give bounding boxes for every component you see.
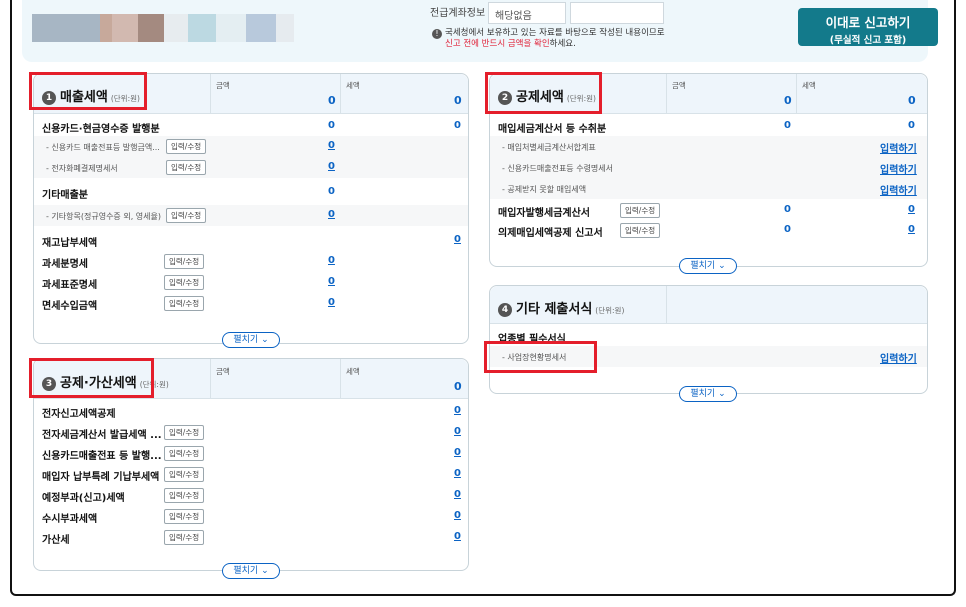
amount-link[interactable]: 0 — [328, 140, 335, 151]
table-row: 기타매출분 0 — [42, 186, 335, 201]
highlight-box — [485, 72, 602, 114]
thumbnail-strip — [276, 14, 294, 42]
chevron-down-icon: ⌄ — [261, 335, 269, 345]
table-row: 가산세 입력/수정 0 — [42, 530, 461, 546]
edit-button[interactable]: 입력/수정 — [166, 139, 207, 154]
tax-link[interactable]: 0 — [454, 405, 461, 416]
amount-link[interactable]: 0 — [328, 297, 335, 308]
thumbnail-strip — [246, 14, 276, 42]
input-link[interactable]: 입력하기 — [880, 350, 917, 365]
info-icon: ! — [432, 29, 442, 39]
tax-link[interactable]: 0 — [454, 489, 461, 500]
table-row: 매입세금계산서 등 수취분 0 0 — [498, 120, 915, 135]
amount-link[interactable]: 0 — [328, 255, 335, 266]
amount-link[interactable]: 0 — [328, 209, 335, 220]
input-link[interactable]: 입력하기 — [880, 140, 917, 155]
chevron-down-icon: ⌄ — [718, 389, 726, 399]
edit-button[interactable]: 입력/수정 — [164, 467, 205, 482]
col-amount-header: 금액 — [672, 81, 686, 90]
table-row: - 신용카드매출전표등 수령명세서 입력하기 — [490, 157, 927, 178]
edit-button[interactable]: 입력/수정 — [164, 425, 205, 440]
panel-title: 4 기타 제출서식 (단위:원) — [498, 298, 624, 317]
file-report-button[interactable]: 이대로 신고하기 (무실적 신고 포함) — [798, 8, 938, 46]
total-tax: 0 — [908, 94, 916, 107]
thumbnail-strip — [188, 14, 216, 42]
table-row: 신용카드매출전표 등 발행... 입력/수정 0 — [42, 446, 461, 462]
edit-button[interactable]: 입력/수정 — [164, 530, 205, 545]
panel-sales-tax: 1 매출세액 (단위:원) 금액 세액 0 0 신용카드·현금영수증 발행분 0 0… — [33, 73, 469, 344]
edit-button[interactable]: 입력/수정 — [166, 208, 207, 223]
edit-button[interactable]: 입력/수정 — [164, 296, 205, 311]
tax-link[interactable]: 0 — [454, 426, 461, 437]
total-amount: 0 — [328, 94, 336, 107]
table-row: 면세수입금액 입력/수정 0 — [42, 296, 335, 312]
total-tax: 0 — [454, 94, 462, 107]
table-row: 의제매입세액공제 신고서 입력/수정 0 0 — [498, 223, 915, 239]
refund-account-label: 전급계좌정보 — [430, 8, 486, 19]
total-amount: 0 — [784, 94, 792, 107]
table-row: 재고납부세액 0 — [42, 234, 461, 249]
table-row: - 기타항목(정규영수증 외, 영세율) 입력/수정 0 — [34, 205, 468, 226]
table-row: - 전자화폐결제명세서 입력/수정 0 — [34, 157, 468, 178]
thumbnail-strip — [32, 14, 100, 42]
refund-account-field-2[interactable] — [570, 2, 664, 24]
refund-account-field[interactable]: 해당없음 — [488, 2, 566, 24]
expand-button[interactable]: 펼치기 ⌄ — [222, 563, 280, 579]
tax-link[interactable]: 0 — [454, 531, 461, 542]
table-row: 매입자발행세금계산서 입력/수정 0 0 — [498, 203, 915, 219]
table-row: - 신용카드 매출전표등 발행금액... 입력/수정 0 — [34, 136, 468, 157]
edit-button[interactable]: 입력/수정 — [164, 275, 205, 290]
thumbnail-strip — [164, 14, 188, 42]
expand-button[interactable]: 펼치기 ⌄ — [222, 332, 280, 348]
input-link[interactable]: 입력하기 — [880, 182, 917, 197]
table-row: 전자세금계산서 발급세액 ... 입력/수정 0 — [42, 425, 461, 441]
highlight-box — [29, 358, 154, 398]
col-tax-header: 세액 — [802, 81, 816, 90]
panel-header: 4 기타 제출서식 (단위:원) — [490, 286, 927, 324]
highlight-box — [484, 341, 597, 373]
expand-button[interactable]: 펼치기 ⌄ — [679, 386, 737, 402]
table-row: - 매입처별세금계산서합계표 입력하기 — [490, 136, 927, 157]
amount-link[interactable]: 0 — [328, 276, 335, 287]
thumbnail-strip — [138, 14, 164, 42]
edit-button[interactable]: 입력/수정 — [620, 203, 661, 218]
chevron-down-icon: ⌄ — [261, 566, 269, 576]
chevron-down-icon: ⌄ — [718, 261, 726, 271]
table-row: 과세표준명세 입력/수정 0 — [42, 275, 335, 291]
table-row: 매입자 납부특례 기납부세액 입력/수정 0 — [42, 467, 461, 483]
tax-link[interactable]: 0 — [908, 204, 915, 215]
table-row: - 공제받지 못할 매입세액 입력하기 — [490, 178, 927, 199]
table-row: 전자신고세액공제 0 — [42, 405, 461, 420]
col-tax-header: 세액 — [346, 81, 360, 90]
edit-button[interactable]: 입력/수정 — [164, 488, 205, 503]
notice-text: ! 국세청에서 보유하고 있는 자료를 바탕으로 작성된 내용이므로 신고 전에 … — [432, 28, 665, 50]
panel-other-forms: 4 기타 제출서식 (단위:원) 업종별 필수서식 - 사업장현황명세서 입력하기 — [489, 285, 928, 394]
tax-link[interactable]: 0 — [454, 447, 461, 458]
table-row: 신용카드·현금영수증 발행분 0 0 — [42, 120, 461, 135]
amount-link[interactable]: 0 — [328, 161, 335, 172]
edit-button[interactable]: 입력/수정 — [164, 254, 205, 269]
highlight-box — [29, 72, 147, 110]
table-row: 과세분명세 입력/수정 0 — [42, 254, 335, 270]
thumbnail-strip — [112, 14, 138, 42]
col-amount-header: 금액 — [216, 367, 230, 376]
tax-link[interactable]: 0 — [454, 468, 461, 479]
col-amount-header: 금액 — [216, 81, 230, 90]
col-tax-header: 세액 — [346, 367, 360, 376]
edit-button[interactable]: 입력/수정 — [620, 223, 661, 238]
thumbnail-strip — [100, 14, 112, 42]
edit-button[interactable]: 입력/수정 — [166, 160, 207, 175]
tax-link[interactable]: 0 — [454, 510, 461, 521]
tax-link[interactable]: 0 — [454, 234, 461, 245]
thumbnail-strip — [216, 14, 246, 42]
table-row: 수시부과세액 입력/수정 0 — [42, 509, 461, 525]
total-tax: 0 — [454, 380, 462, 393]
edit-button[interactable]: 입력/수정 — [164, 509, 205, 524]
expand-button[interactable]: 펼치기 ⌄ — [679, 258, 737, 274]
tax-link[interactable]: 0 — [908, 224, 915, 235]
top-banner: 전급계좌정보 해당없음 ! 국세청에서 보유하고 있는 자료를 바탕으로 작성된 … — [22, 0, 938, 62]
input-link[interactable]: 입력하기 — [880, 161, 917, 176]
table-row: 예정부과(신고)세액 입력/수정 0 — [42, 488, 461, 504]
edit-button[interactable]: 입력/수정 — [164, 446, 205, 461]
